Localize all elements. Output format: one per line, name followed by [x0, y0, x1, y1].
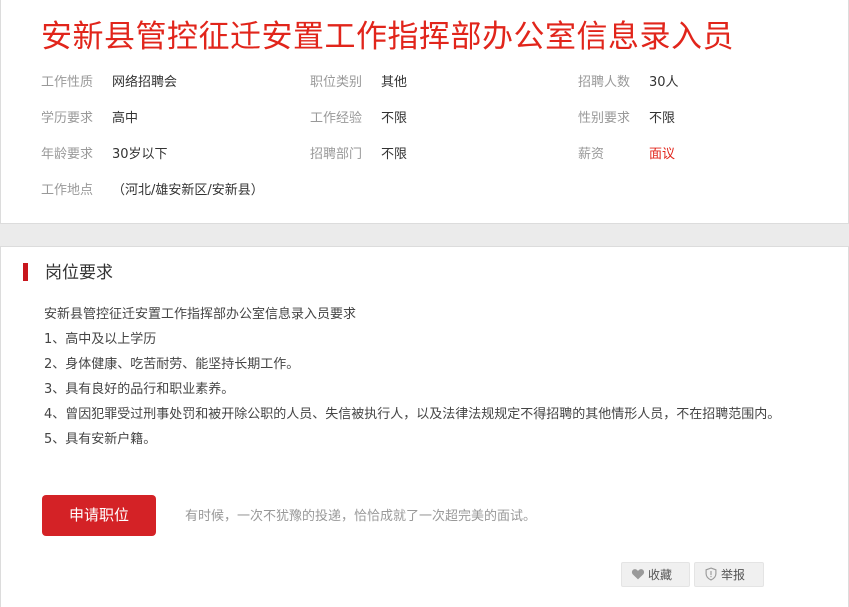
report-button[interactable]: 举报: [694, 562, 764, 587]
info-label: 工作性质: [41, 75, 94, 90]
info-label: 招聘人数: [578, 75, 631, 90]
info-value: 不限: [381, 111, 408, 126]
info-value: 高中: [112, 111, 139, 126]
info-category: 职位类别 其他: [310, 73, 407, 93]
info-location: 工作地点 （河北/雄安新区/安新县）: [41, 181, 264, 201]
info-experience: 工作经验 不限: [310, 109, 407, 129]
job-summary-card: 安新县管控征迁安置工作指挥部办公室信息录入员 工作性质 网络招聘会 职位类别 其他 …: [0, 0, 849, 224]
info-value: 30人: [649, 75, 679, 90]
info-label: 性别要求: [578, 111, 631, 126]
requirement-item: 4、曾因犯罪受过刑事处罚和被开除公职的人员、失信被执行人，以及法律法规规定不得招…: [44, 407, 781, 422]
job-title: 安新县管控征迁安置工作指挥部办公室信息录入员: [41, 19, 734, 55]
section-heading: 岗位要求: [23, 262, 113, 284]
info-label: 年龄要求: [41, 147, 94, 162]
report-label: 举报: [721, 568, 746, 582]
info-age: 年龄要求 30岁以下: [41, 145, 168, 165]
info-label: 工作经验: [310, 111, 363, 126]
info-value: 30岁以下: [112, 147, 168, 162]
info-label: 职位类别: [310, 75, 363, 90]
info-gender: 性别要求 不限: [578, 109, 675, 129]
apply-slogan: 有时候，一次不犹豫的投递，恰恰成就了一次超完美的面试。: [185, 509, 537, 524]
info-value: 不限: [649, 111, 676, 126]
info-label: 工作地点: [41, 183, 94, 198]
info-value: 其他: [381, 75, 408, 90]
requirement-item: 3、具有良好的品行和职业素养。: [44, 382, 235, 397]
info-headcount: 招聘人数 30人: [578, 73, 679, 93]
info-label: 学历要求: [41, 111, 94, 126]
requirements-text: 安新县管控征迁安置工作指挥部办公室信息录入员要求 1、高中及以上学历 2、身体健…: [44, 302, 816, 452]
info-label: 招聘部门: [310, 147, 363, 162]
section-heading-label: 岗位要求: [45, 263, 113, 283]
heart-icon: [631, 569, 645, 580]
salary-value: 面议: [649, 147, 676, 162]
favorite-label: 收藏: [648, 568, 673, 582]
section-marker: [23, 263, 28, 281]
info-label: 薪资: [578, 147, 605, 162]
info-work-type: 工作性质 网络招聘会: [41, 73, 177, 93]
job-requirements-card: 岗位要求 安新县管控征迁安置工作指挥部办公室信息录入员要求 1、高中及以上学历 …: [0, 246, 849, 607]
requirements-intro: 安新县管控征迁安置工作指挥部办公室信息录入员要求: [44, 307, 357, 322]
requirement-item: 1、高中及以上学历: [44, 332, 157, 347]
requirement-item: 5、具有安新户籍。: [44, 432, 157, 447]
requirement-item: 2、身体健康、吃苦耐劳、能坚持长期工作。: [44, 357, 300, 372]
info-salary: 薪资 面议: [578, 145, 675, 165]
info-department: 招聘部门 不限: [310, 145, 407, 165]
info-value: 网络招聘会: [112, 75, 178, 90]
shield-icon: [705, 567, 717, 581]
favorite-button[interactable]: 收藏: [621, 562, 690, 587]
apply-job-button[interactable]: 申请职位: [42, 495, 156, 536]
info-value: 不限: [381, 147, 408, 162]
info-value: （河北/雄安新区/安新县）: [112, 183, 264, 198]
info-education: 学历要求 高中: [41, 109, 138, 129]
